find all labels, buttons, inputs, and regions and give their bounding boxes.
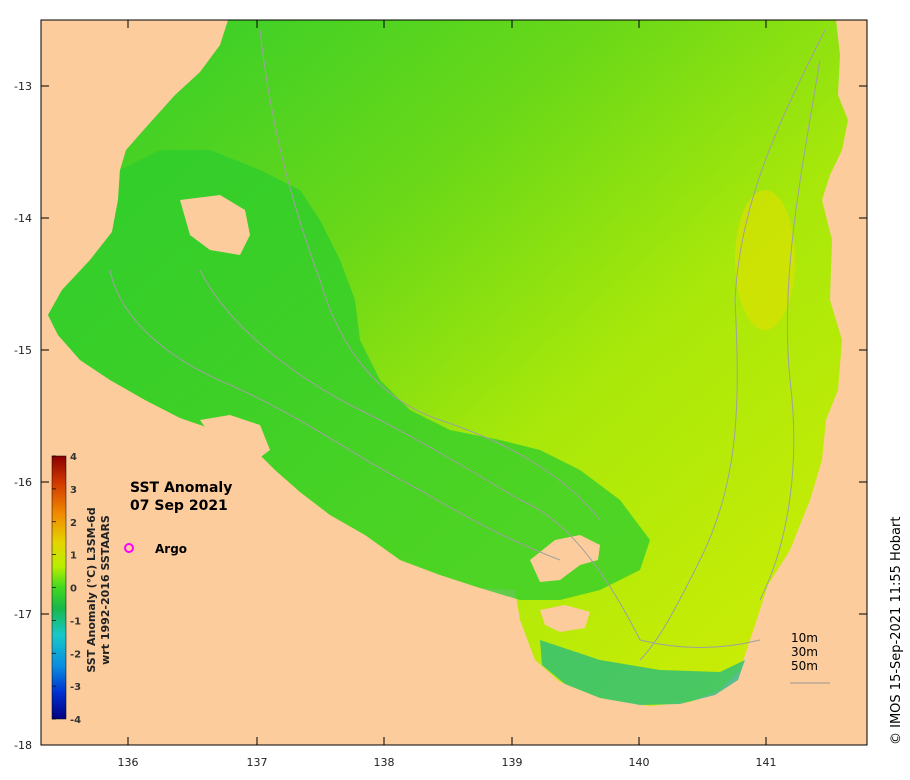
- colorbar-tick-label: -4: [70, 715, 81, 726]
- colorbar-tick-label: -1: [70, 616, 81, 627]
- lon-tick-label: 136: [118, 756, 139, 769]
- lat-tick-label: -18: [14, 739, 32, 752]
- warm-patch-east: [735, 190, 795, 330]
- colorbar-tick-label: -3: [70, 682, 81, 693]
- imos-credit: © IMOS 15-Sep-2021 11:55 Hobart: [889, 517, 904, 745]
- map-title-line2: 07 Sep 2021: [130, 498, 228, 514]
- colorbar-tick-label: 1: [70, 551, 77, 562]
- depth-legend-item: 50m: [791, 659, 818, 673]
- lat-tick-label: -17: [14, 608, 32, 621]
- lon-tick-label: 140: [629, 756, 650, 769]
- colorbar-tick-label: 2: [70, 518, 77, 529]
- map-title-line1: SST Anomaly: [130, 480, 232, 496]
- colorbar-label-line2: wrt 1992-2016 SSTAARS: [99, 515, 112, 665]
- lat-tick-label: -14: [14, 212, 32, 225]
- colorbar-tick-label: 4: [70, 452, 77, 463]
- colorbar-label: SST Anomaly (°C) L3SM-6d wrt 1992-2016 S…: [85, 507, 112, 672]
- colorbar-tick-label: 0: [70, 584, 77, 595]
- lat-tick-label: -15: [14, 344, 32, 357]
- lon-tick-label: 138: [374, 756, 395, 769]
- depth-legend-item: 30m: [791, 645, 818, 659]
- colorbar-label-line1: SST Anomaly (°C) L3SM-6d: [85, 507, 98, 672]
- argo-legend-label: Argo: [155, 542, 187, 556]
- depth-legend-item: 10m: [791, 631, 818, 645]
- lon-tick-label: 139: [502, 756, 523, 769]
- colorbar-tick-label: 3: [70, 485, 77, 496]
- colorbar-tick-label: -2: [70, 649, 81, 660]
- lat-tick-label: -13: [14, 80, 32, 93]
- lat-tick-label: -16: [14, 476, 32, 489]
- lon-tick-label: 137: [247, 756, 268, 769]
- lon-tick-label: 141: [756, 756, 777, 769]
- sst-anomaly-map: 136 137 138 139 140 141 -13-14-15-16-17-18 SS…: [14, 19, 904, 769]
- depth-legend: 10m30m50m: [791, 631, 818, 673]
